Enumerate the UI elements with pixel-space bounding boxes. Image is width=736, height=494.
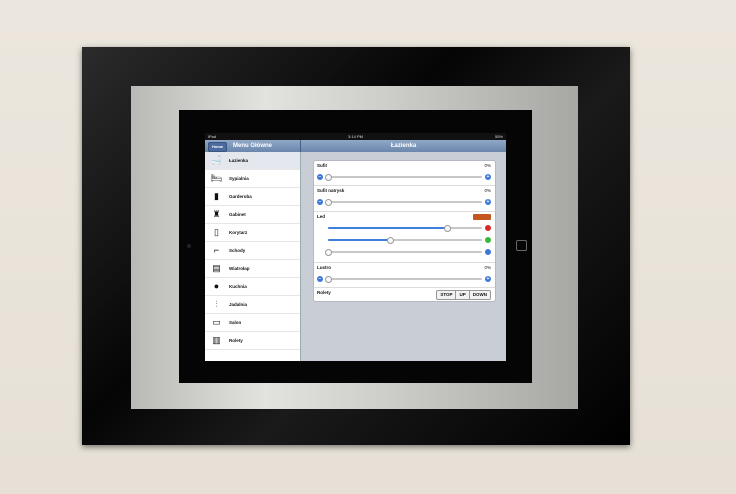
light-controls-group: Sufit 0% − + Sufit natrysk 0% − + Led Lu… [313,160,496,302]
led-green-slider[interactable] [328,237,482,244]
led-green-indicator [485,237,491,243]
sidebar-item-label: Gabinet [229,212,246,217]
sidebar-item-schody[interactable]: ⌐ Schody [205,242,300,260]
battery-label: 55% [494,134,503,139]
sufit-plus-button[interactable]: + [485,174,491,180]
rolety-down-button[interactable]: DOWN [468,291,490,299]
led-green-slider-knob[interactable] [386,237,394,244]
sidebar-title: Menu Główne [233,143,272,149]
tv-icon: ▭ [212,317,221,327]
room-list: 🛁 Łazienka 🛏 Sypialnia ▮ Garderoba ♜ Gab… [205,152,301,361]
led-row: Led [314,212,495,263]
sidebar-item-label: Jadalnia [229,302,248,307]
sidebar-item-gabinet[interactable]: ♜ Gabinet [205,206,300,224]
sidebar-item-label: Salon [229,320,242,325]
home-button[interactable]: Home [208,142,228,152]
bed-icon: 🛏 [210,173,223,183]
sufit-row: Sufit 0% − + [314,161,495,186]
led-blue-slider-knob[interactable] [325,249,332,256]
sufit-natrysk-plus-button[interactable]: + [485,199,491,205]
sidebar-item-label: Sypialnia [229,176,249,181]
sufit-natrysk-value: 0% [484,188,491,193]
sidebar-item-kuchnia[interactable]: ● Kuchnia [205,278,300,296]
lustro-plus-button[interactable]: + [485,276,491,282]
led-green-slider-fill [328,239,390,241]
sidebar-item-wiatrolap[interactable]: ▤ Wiatrołap [205,260,300,278]
lustro-label: Lustro [317,265,331,270]
detail-pane: Sufit 0% − + Sufit natrysk 0% − + Led Lu… [301,152,506,361]
sidebar-item-garderoba[interactable]: ▮ Garderoba [205,188,300,206]
camera-lens [187,244,191,248]
wardrobe-icon: ▮ [214,191,219,201]
sufit-label: Sufit [317,163,327,168]
led-red-slider-fill [328,227,447,229]
sidebar-item-label: Łazienka [229,158,249,163]
sidebar-item-lazienka[interactable]: 🛁 Łazienka [205,152,300,170]
sidebar-item-sypialnia[interactable]: 🛏 Sypialnia [205,170,300,188]
sufit-natrysk-label: Sufit natrysk [317,188,345,193]
sidebar-item-label: Wiatrołap [229,266,250,271]
sufit-slider-knob[interactable] [325,174,332,181]
sidebar-item-label: Korytarz [229,230,248,235]
tablet-screen: iPad 3:14 PM 55% Home Menu Główne Łazien… [205,133,506,361]
lustro-minus-button[interactable]: − [317,276,323,282]
status-bar: iPad 3:14 PM 55% [205,133,506,140]
sufit-natrysk-slider-knob[interactable] [325,199,332,206]
led-label: Led [317,214,326,219]
lustro-slider[interactable] [325,276,482,283]
bathtub-icon: 🛁 [210,155,223,165]
sidebar-item-label: Rolety [229,338,243,343]
blinds-icon: ▥ [212,335,221,345]
clock-label: 3:14 PM [348,134,363,139]
sidebar-navbar: Home Menu Główne [205,140,301,152]
stairs-icon: ⌐ [213,245,220,255]
sufit-minus-button[interactable]: − [317,174,323,180]
sidebar-item-salon[interactable]: ▭ Salon [205,314,300,332]
led-red-slider-knob[interactable] [443,225,451,232]
sidebar-item-jadalnia[interactable]: ⫶ Jadalnia [205,296,300,314]
sidebar-item-korytarz[interactable]: ▯ Korytarz [205,224,300,242]
detail-title: Łazienka [390,143,417,149]
sidebar-item-label: Garderoba [229,194,252,199]
sidebar-item-label: Kuchnia [229,284,247,289]
led-blue-slider[interactable] [325,249,482,256]
rolety-segmented-control: STOP UP DOWN [436,290,491,300]
led-blue-indicator [485,249,491,255]
sufit-value: 0% [484,163,491,168]
sidebar-item-rolety[interactable]: ▥ Rolety [205,332,300,350]
desk-icon: ♜ [212,209,221,219]
led-color-swatch[interactable] [473,214,491,220]
sufit-natrysk-slider[interactable] [325,199,482,206]
rolety-stop-button[interactable]: STOP [437,291,455,299]
vestibule-icon: ▤ [212,263,221,273]
sidebar-item-label: Schody [229,248,246,253]
led-red-indicator [485,225,491,231]
detail-navbar: Łazienka [301,140,506,152]
rolety-up-button[interactable]: UP [455,291,468,299]
lustro-slider-knob[interactable] [325,276,332,283]
door-icon: ▯ [214,227,219,237]
sufit-natrysk-row: Sufit natrysk 0% − + [314,186,495,212]
led-red-slider[interactable] [328,225,482,232]
hardware-home-button[interactable] [516,240,527,251]
kitchen-icon: ● [213,281,220,291]
lustro-value: 0% [484,265,491,270]
rolety-row: Rolety STOP UP DOWN [314,288,495,301]
rolety-label: Rolety [317,290,331,295]
cutlery-icon: ⫶ [215,299,218,309]
sufit-natrysk-minus-button[interactable]: − [317,199,323,205]
sufit-slider[interactable] [325,174,482,181]
lustro-row: Lustro 0% − + [314,263,495,288]
